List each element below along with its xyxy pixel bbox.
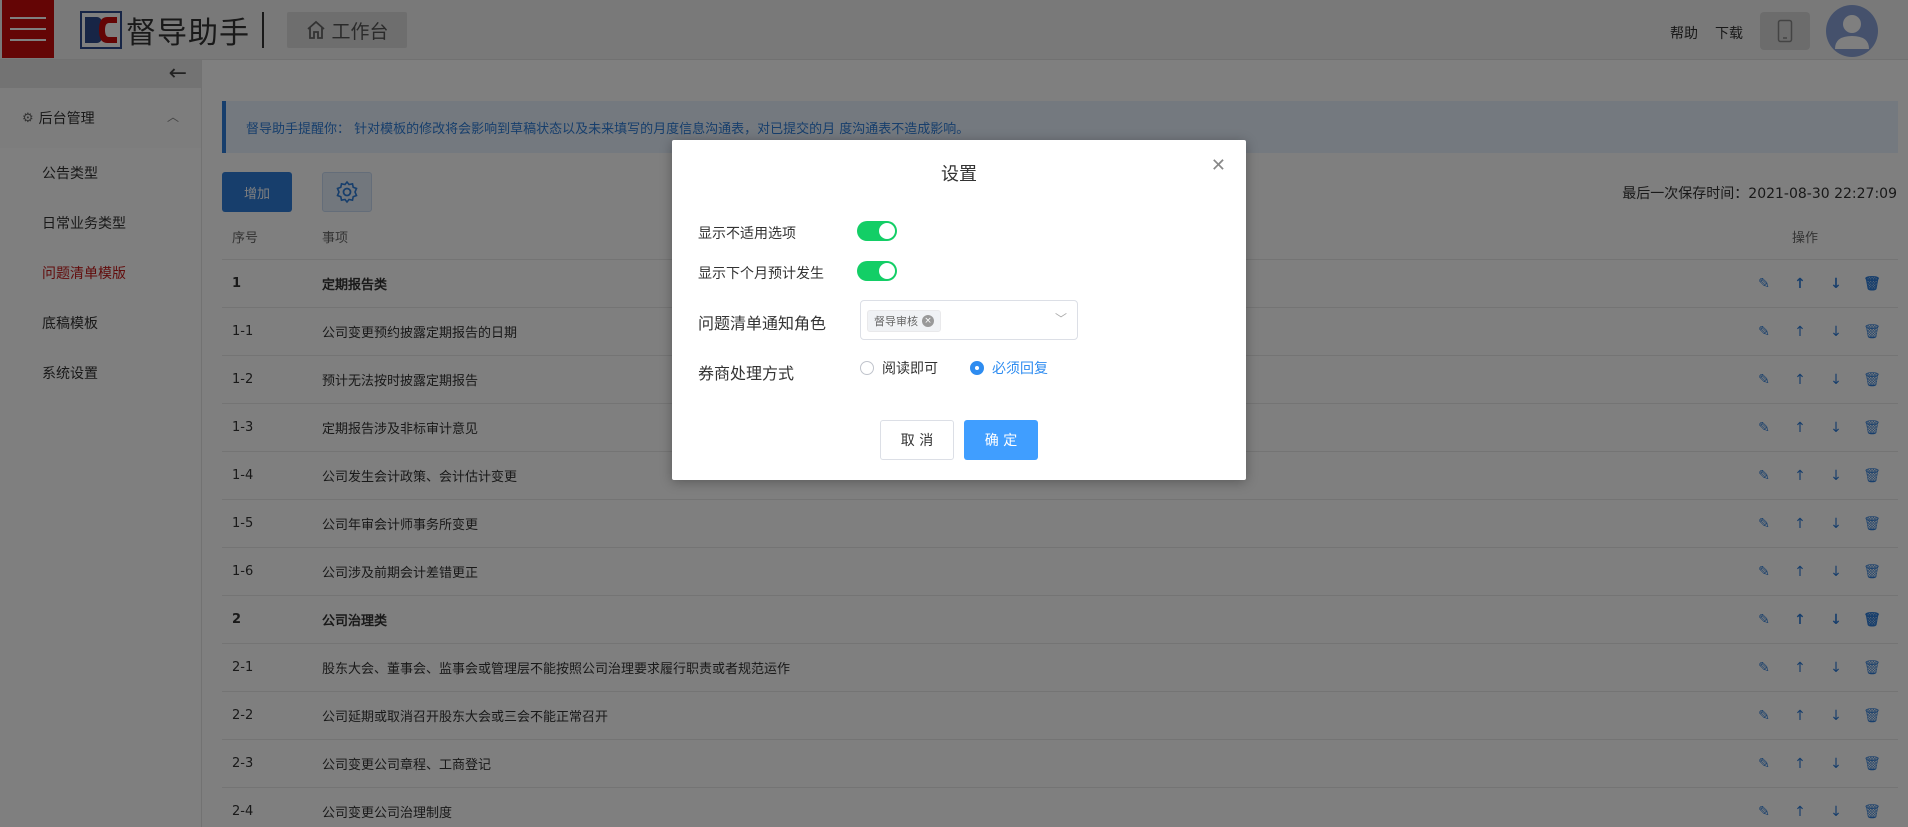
radio-read-only[interactable]: 阅读即可: [860, 358, 938, 378]
confirm-button[interactable]: 确 定: [964, 420, 1038, 460]
radio-must-reply[interactable]: 必须回复: [970, 358, 1048, 378]
cancel-button[interactable]: 取 消: [880, 420, 954, 460]
radio-label: 阅读即可: [882, 361, 938, 377]
radio-label: 必须回复: [992, 361, 1048, 377]
handling-method-label: 券商处理方式: [698, 364, 795, 383]
dialog-title: 设置: [941, 164, 977, 185]
radio-circle-icon: [860, 361, 874, 375]
radio-checked-icon: [970, 361, 984, 375]
settings-dialog: 设置 ✕ 显示不适用选项 显示下个月预计发生 问题清单通知角色 督导审核 × ﹀…: [672, 140, 1246, 480]
toggle-next-month-label: 显示下个月预计发生: [698, 266, 824, 282]
tag-close-icon[interactable]: ×: [922, 315, 934, 327]
notify-role-select[interactable]: 督导审核 × ﹀: [860, 300, 1078, 340]
role-tag: 督导审核 ×: [867, 310, 941, 332]
toggle-next-month-switch[interactable]: [857, 261, 897, 281]
close-icon[interactable]: ✕: [1211, 156, 1226, 176]
toggle-not-applicable-switch[interactable]: [857, 221, 897, 241]
toggle-not-applicable-label: 显示不适用选项: [698, 226, 796, 242]
notify-role-label: 问题清单通知角色: [698, 314, 827, 333]
chevron-down-icon: ﹀: [1054, 312, 1067, 326]
role-tag-label: 督导审核: [874, 315, 918, 328]
